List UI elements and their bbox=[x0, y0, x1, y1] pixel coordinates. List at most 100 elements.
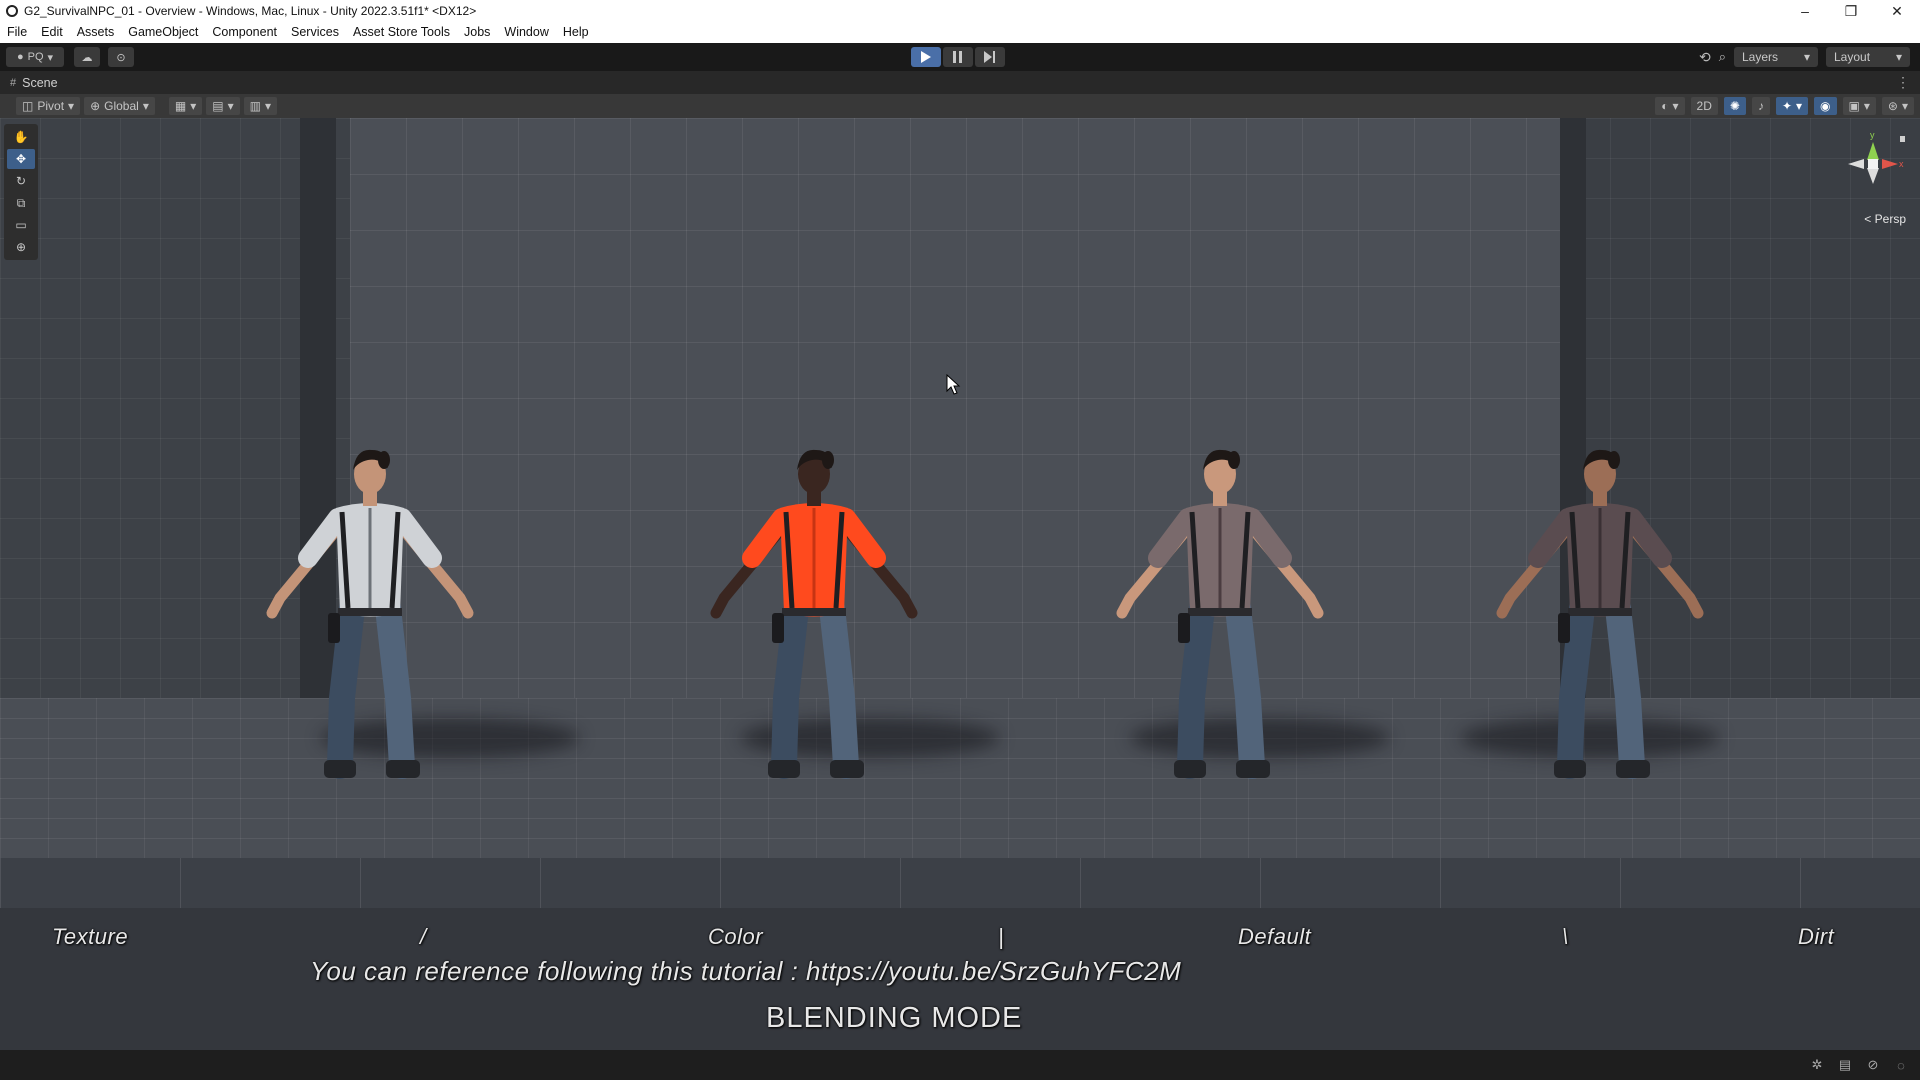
gizmo-y-cone[interactable] bbox=[1867, 142, 1879, 160]
scene-toolbar: ◫ Pivot ▾ ⊕ Global ▾ ▦ ▾ ▤ ▾ ▥ ▾ ◐ ▾ 2D ✺ ♪ … bbox=[0, 94, 1920, 118]
search-icon[interactable]: ⌕ bbox=[1719, 49, 1726, 65]
menu-services[interactable]: Services bbox=[284, 22, 346, 43]
progress-icon[interactable]: ⊘ bbox=[1864, 1056, 1882, 1074]
toolbar-right: ⟲ ⌕ Layers ▾ Layout ▾ bbox=[1699, 47, 1910, 67]
history-icon[interactable]: ⟲ bbox=[1699, 49, 1711, 66]
snap-toggle[interactable]: ▤ ▾ bbox=[206, 97, 240, 115]
step-button[interactable] bbox=[975, 47, 1005, 67]
tool-palette: ✋ ✥ ↻ ⧉ ▭ ⊕ bbox=[4, 124, 38, 260]
left-sleeve bbox=[1528, 508, 1578, 568]
chevron-down-icon: ▾ bbox=[1895, 50, 1902, 64]
chevron-down-icon: ▾ bbox=[1796, 99, 1803, 113]
menu-assets[interactable]: Assets bbox=[70, 22, 122, 43]
tab-scene-label: Scene bbox=[22, 75, 58, 90]
play-icon bbox=[921, 51, 931, 63]
account-label: PQ bbox=[27, 51, 44, 63]
pause-button[interactable] bbox=[943, 47, 973, 67]
blending-mode-title: BLENDING MODE bbox=[766, 1002, 1023, 1034]
effects-toggle[interactable]: ✦ ▾ bbox=[1775, 97, 1809, 115]
minimize-button[interactable]: – bbox=[1782, 0, 1828, 22]
menu-jobs[interactable]: Jobs bbox=[457, 22, 497, 43]
scene-tab-bar: # Scene ⋮ bbox=[0, 71, 1920, 95]
projection-toggle[interactable]: < Persp bbox=[1864, 212, 1906, 226]
audio-toggle[interactable]: ♪ bbox=[1751, 97, 1770, 115]
hair-bun bbox=[1608, 451, 1620, 469]
play-button[interactable] bbox=[911, 47, 941, 67]
draw-mode-dropdown[interactable]: ◐ ▾ bbox=[1655, 97, 1685, 115]
scale-tool-icon[interactable]: ⧉ bbox=[7, 193, 35, 213]
holster bbox=[1558, 613, 1570, 643]
right-boot bbox=[1236, 760, 1270, 778]
eye-icon: ◉ bbox=[1820, 99, 1831, 113]
gizmo-center-cube[interactable] bbox=[1868, 159, 1878, 169]
layout-dropdown[interactable]: Layout ▾ bbox=[1826, 47, 1910, 67]
layers-dropdown[interactable]: Layers ▾ bbox=[1734, 47, 1818, 67]
cache-server-icon[interactable]: ▤ bbox=[1836, 1056, 1854, 1074]
right-boot bbox=[1616, 760, 1650, 778]
gizmo-x-cone[interactable] bbox=[1882, 159, 1898, 169]
cloud-icon[interactable]: ☁ bbox=[74, 47, 100, 67]
belt bbox=[1568, 608, 1632, 616]
menu-gameobject[interactable]: GameObject bbox=[121, 22, 205, 43]
play-controls bbox=[911, 47, 1005, 67]
tutorial-text: You can reference following this tutoria… bbox=[310, 956, 1182, 986]
lock-icon[interactable] bbox=[1900, 136, 1905, 142]
right-sleeve bbox=[392, 508, 442, 568]
character-figure bbox=[710, 449, 918, 779]
pause-icon bbox=[953, 51, 962, 63]
grid-toggle[interactable]: ▦ ▾ bbox=[168, 97, 203, 115]
visibility-toggle[interactable]: ◉ bbox=[1814, 97, 1837, 115]
menu-edit[interactable]: Edit bbox=[34, 22, 70, 43]
left-leg bbox=[327, 595, 365, 779]
tab-scene[interactable]: # Scene bbox=[0, 71, 68, 94]
2d-toggle[interactable]: 2D bbox=[1690, 97, 1718, 115]
debug-icon[interactable]: ✲ bbox=[1808, 1056, 1826, 1074]
character-camo-shirt[interactable] bbox=[220, 408, 520, 808]
chevron-down-icon: ▾ bbox=[1901, 99, 1908, 113]
auto-generate-lighting-icon[interactable]: ◌ bbox=[1892, 1056, 1910, 1074]
blend-separator: | bbox=[998, 924, 1005, 949]
move-tool-icon[interactable]: ✥ bbox=[7, 149, 35, 169]
lighting-toggle[interactable]: ✺ bbox=[1723, 97, 1746, 115]
left-boot bbox=[324, 760, 356, 778]
global-dropdown[interactable]: ⊕ Global ▾ bbox=[84, 97, 155, 115]
window-controls: – ❐ ✕ bbox=[1782, 0, 1920, 22]
hand-tool-icon[interactable]: ✋ bbox=[7, 127, 35, 147]
gizmos-dropdown[interactable]: ⊛ ▾ bbox=[1881, 97, 1914, 115]
close-button[interactable]: ✕ bbox=[1874, 0, 1920, 22]
rotate-tool-icon[interactable]: ↻ bbox=[7, 171, 35, 191]
blend-label-color: Color bbox=[708, 924, 764, 949]
camera-dropdown[interactable]: ▣ ▾ bbox=[1842, 97, 1876, 115]
character-plaid-shirt[interactable] bbox=[1070, 408, 1370, 808]
menu-asset-store-tools[interactable]: Asset Store Tools bbox=[346, 22, 457, 43]
increment-snap[interactable]: ▥ ▾ bbox=[243, 97, 277, 115]
menu-help[interactable]: Help bbox=[556, 22, 596, 43]
global-label: Global bbox=[104, 99, 139, 113]
effects-icon: ✦ bbox=[1781, 99, 1793, 113]
menu-file[interactable]: File bbox=[0, 22, 34, 43]
projection-label: Persp bbox=[1874, 212, 1906, 226]
lightbulb-icon: ✺ bbox=[1729, 99, 1740, 113]
account-dropdown[interactable]: ● PQ ▾ bbox=[6, 47, 64, 67]
left-sleeve bbox=[742, 508, 792, 568]
menu-window[interactable]: Window bbox=[497, 22, 555, 43]
snap-icon: ▤ bbox=[212, 99, 224, 113]
pivot-dropdown[interactable]: ◫ Pivot ▾ bbox=[16, 97, 81, 115]
rect-tool-icon[interactable]: ▭ bbox=[7, 215, 35, 235]
left-boot bbox=[1174, 760, 1206, 778]
menu-component[interactable]: Component bbox=[205, 22, 284, 43]
character-dark-plaid-shirt[interactable] bbox=[1450, 408, 1750, 808]
pivot-label: Pivot bbox=[37, 99, 65, 113]
gizmo-neg-x-cone[interactable] bbox=[1848, 159, 1864, 169]
restore-button[interactable]: ❐ bbox=[1828, 0, 1874, 22]
collab-icon[interactable]: ⊙ bbox=[108, 47, 134, 67]
scene-viewport[interactable]: ✋ ✥ ↻ ⧉ ▭ ⊕ y x < Persp Texture / Color … bbox=[0, 118, 1920, 1050]
gizmo-neg-y-cone[interactable] bbox=[1867, 168, 1879, 184]
character-orange-shirt[interactable] bbox=[664, 408, 964, 808]
more-options-icon[interactable]: ⋮ bbox=[1896, 74, 1910, 91]
belt bbox=[338, 608, 402, 616]
left-leg bbox=[1557, 595, 1595, 779]
transform-tool-icon[interactable]: ⊕ bbox=[7, 237, 35, 257]
grid-icon: ▦ bbox=[174, 99, 187, 113]
left-boot bbox=[768, 760, 800, 778]
